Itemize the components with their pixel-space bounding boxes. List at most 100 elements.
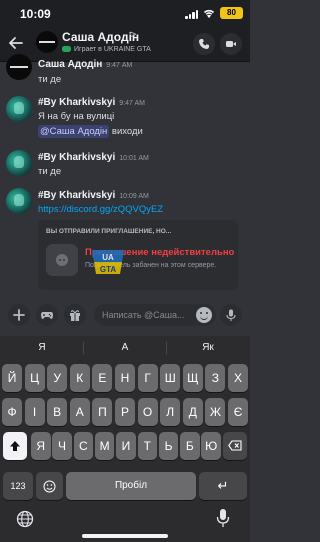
call-button[interactable] [193, 33, 215, 55]
numbers-key[interactable]: 123 [3, 472, 33, 500]
shift-icon [10, 441, 20, 451]
emoji-keyboard-icon [43, 480, 56, 493]
key-Х[interactable]: Х [228, 364, 248, 392]
key-Є[interactable]: Є [228, 398, 248, 426]
key-И[interactable]: И [116, 432, 136, 460]
dm-header: Саша Адодін > Играет в UKRAINE GTA [0, 28, 250, 62]
watermark-logo-icon: UA GTA [92, 250, 124, 274]
header-username[interactable]: Саша Адодін [62, 30, 139, 44]
key-З[interactable]: З [205, 364, 226, 392]
back-arrow-icon[interactable] [8, 35, 24, 51]
message-list[interactable]: Саша Адодін 9:47 AM ти де #By Kharkivskyi… [0, 54, 250, 296]
status-bar: 10:09 80 [0, 0, 250, 28]
key-Е[interactable]: Е [92, 364, 113, 392]
key-Ч[interactable]: Ч [52, 432, 72, 460]
key-Ф[interactable]: Ф [2, 398, 22, 426]
key-М[interactable]: М [94, 432, 115, 460]
gift-icon [70, 310, 80, 321]
suggestion-item[interactable]: А [105, 342, 145, 353]
key-Р[interactable]: Р [115, 398, 135, 426]
svg-text:GTA: GTA [100, 265, 117, 274]
shift-key[interactable] [3, 432, 27, 460]
activity-text: Играет в UKRAINE GTA [74, 46, 151, 53]
gift-button[interactable] [64, 304, 86, 326]
message-author[interactable]: Саша Адодін 9:47 AM [38, 59, 132, 70]
message-author[interactable]: #By Kharkivskyi 10:09 AM [38, 190, 149, 201]
key-Я[interactable]: Я [31, 432, 51, 460]
user-mention[interactable]: @Саша Адодін [38, 125, 110, 138]
suggestion-item[interactable]: Як [188, 342, 228, 353]
message-author[interactable]: #By Kharkivskyi 9:47 AM [38, 97, 145, 108]
key-О[interactable]: О [137, 398, 158, 426]
return-key[interactable]: ↵ [199, 472, 247, 500]
key-Г[interactable]: Г [137, 364, 158, 392]
invite-link[interactable]: https://discord.gg/zQQVQyEZ [38, 204, 163, 215]
message-composer [0, 296, 250, 336]
suggestion-bar: Я А Як [0, 336, 250, 360]
key-Ш[interactable]: Ш [160, 364, 181, 392]
voice-message-button[interactable] [220, 304, 242, 326]
message-input[interactable] [102, 304, 192, 326]
key-Б[interactable]: Б [180, 432, 200, 460]
key-Ц[interactable]: Ц [24, 364, 45, 392]
key-Н[interactable]: Н [115, 364, 135, 392]
activities-button[interactable] [36, 304, 58, 326]
gamepad-icon [41, 312, 53, 319]
key-Т[interactable]: Т [137, 432, 157, 460]
header-activity: Играет в UKRAINE GTA [62, 46, 151, 53]
user-avatar[interactable] [6, 188, 32, 214]
key-Й[interactable]: Й [2, 364, 22, 392]
battery-icon: 80 [220, 7, 243, 19]
user-avatar[interactable] [6, 96, 32, 122]
plus-icon [13, 309, 25, 321]
message-timestamp: 9:47 AM [119, 100, 145, 107]
key-А[interactable]: А [69, 398, 90, 426]
backspace-key[interactable] [223, 432, 247, 460]
signal-icon [185, 10, 199, 19]
key-П[interactable]: П [92, 398, 113, 426]
message-timestamp: 10:09 AM [119, 193, 149, 200]
message-field[interactable] [94, 304, 216, 326]
key-Щ[interactable]: Щ [182, 364, 203, 392]
header-avatar[interactable] [36, 31, 58, 53]
globe-icon[interactable] [16, 510, 34, 528]
message-text: ти де [38, 166, 62, 177]
message-text: Я на бу на вулиці [38, 111, 115, 122]
space-key[interactable]: Пробіл [66, 472, 196, 500]
key-С[interactable]: С [73, 432, 94, 460]
user-avatar[interactable] [6, 54, 32, 80]
chevron-right-icon[interactable]: > [130, 29, 136, 41]
message-text: ти де [38, 74, 62, 85]
key-Ь[interactable]: Ь [158, 432, 179, 460]
add-attachment-button[interactable] [8, 304, 30, 326]
suggestion-item[interactable]: Я [22, 342, 62, 353]
message-author[interactable]: #By Kharkivskyi 10:01 AM [38, 152, 149, 163]
key-Л[interactable]: Л [160, 398, 181, 426]
key-І[interactable]: І [24, 398, 45, 426]
home-indicator [82, 534, 168, 538]
key-У[interactable]: У [47, 364, 68, 392]
video-icon [226, 41, 236, 47]
phone-icon [199, 39, 209, 49]
status-time: 10:09 [20, 7, 51, 21]
key-Ж[interactable]: Ж [205, 398, 226, 426]
message-timestamp: 10:01 AM [119, 155, 149, 162]
emoji-icon[interactable] [196, 307, 212, 323]
svg-text:UA: UA [102, 253, 114, 262]
key-Ю[interactable]: Ю [201, 432, 221, 460]
invite-title: ВЫ ОТПРАВИЛИ ПРИГЛАШЕНИЕ, НО... [46, 228, 172, 235]
gamepad-icon [62, 46, 71, 52]
user-avatar[interactable] [6, 150, 32, 176]
onscreen-keyboard: Я А Як ЙЦУКЕНГШЩЗХ ФІВАПРОЛДЖЄ ЯЧСМИТЬБЮ… [0, 336, 250, 542]
emoji-key[interactable] [36, 472, 63, 500]
key-К[interactable]: К [69, 364, 90, 392]
server-icon [46, 244, 78, 276]
message-text: @Саша Адодін виходи [38, 125, 143, 138]
discord-invite-icon [56, 254, 68, 266]
message-timestamp: 9:47 AM [106, 62, 133, 69]
key-В[interactable]: В [47, 398, 68, 426]
key-Д[interactable]: Д [182, 398, 203, 426]
video-call-button[interactable] [220, 33, 242, 55]
dictation-microphone-icon[interactable] [216, 508, 230, 528]
wifi-icon [203, 9, 215, 18]
